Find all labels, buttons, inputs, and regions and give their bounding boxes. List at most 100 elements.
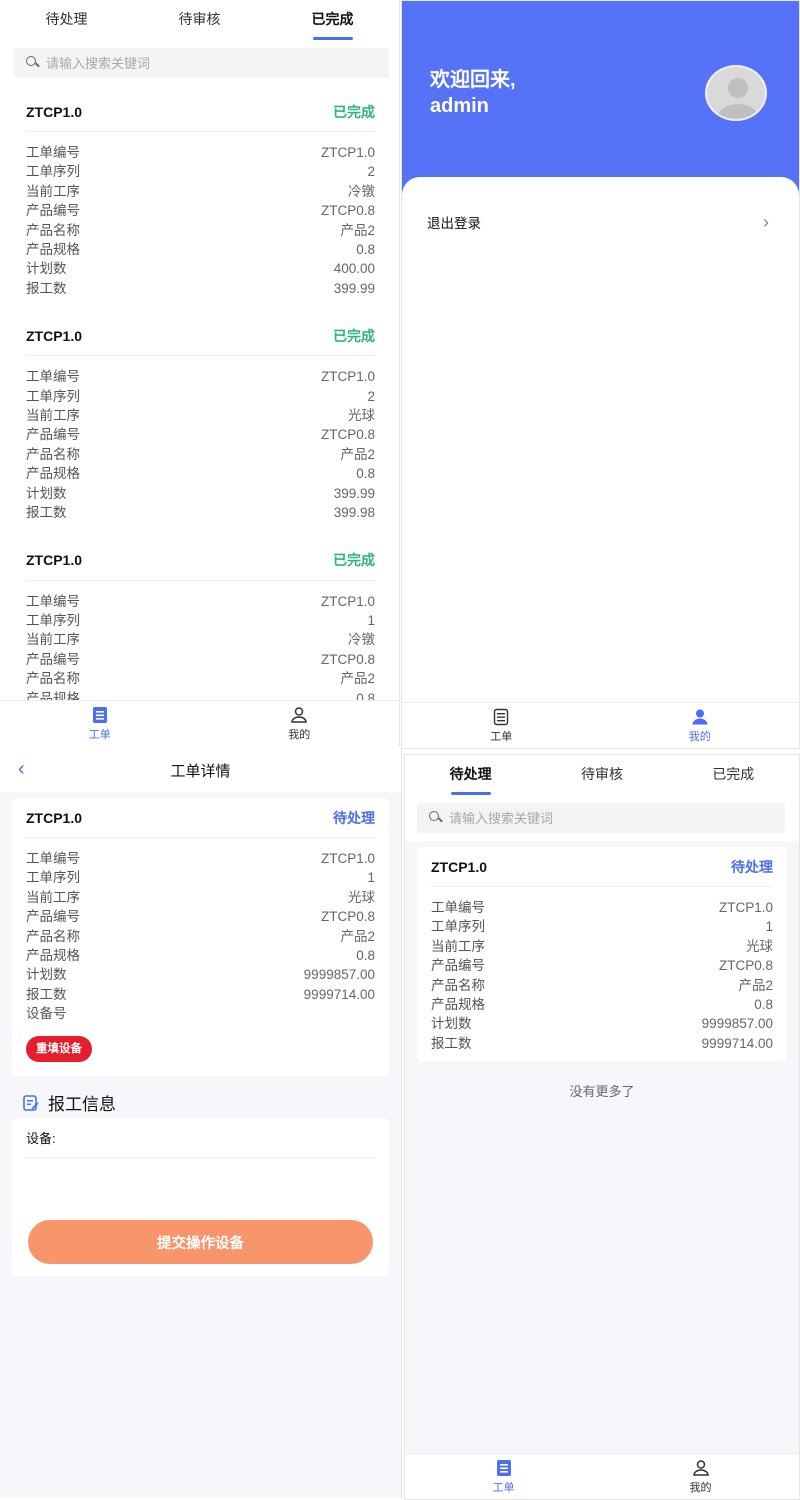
tab-label: 待审核 xyxy=(178,11,221,27)
refill-device-button[interactable]: 重填设备 xyxy=(26,1035,92,1062)
status-badge: 已完成 xyxy=(333,103,375,120)
submit-device-button[interactable]: 提交操作设备 xyxy=(28,1220,373,1264)
user-icon xyxy=(692,709,708,724)
back-arrow-icon[interactable]: ‹ xyxy=(18,758,25,781)
profile-menu: 退出登录 › xyxy=(402,177,799,702)
info-row: 工单编号 ZTCP1.0 xyxy=(26,593,375,609)
work-order-icon xyxy=(496,1459,511,1476)
detail-card-wrapper: ZTCP1.0 待处理 工单编号 ZTCP1.0 工单序列 1 当前工序 光球 产品编… xyxy=(0,798,401,1076)
info-row: 产品编号 ZTCP0.8 xyxy=(26,203,375,219)
nav-mine[interactable]: 我的 xyxy=(601,703,800,748)
info-row: 产品规格 0.8 xyxy=(26,690,375,700)
search-input[interactable] xyxy=(449,810,785,826)
logout-label: 退出登录 xyxy=(427,216,481,231)
device-field[interactable]: 设备: xyxy=(26,1128,375,1158)
info-row: 产品名称 产品2 xyxy=(26,928,375,944)
work-order-list: ZTCP1.0 已完成 工单编号 ZTCP1.0 工单序列 2 当前工序 冷镦 产品编… xyxy=(0,92,399,700)
info-row: 报工数 9999714.00 xyxy=(431,1035,773,1051)
status-tabs: 待处理 待审核 已完成 xyxy=(405,755,799,799)
info-row: 工单编号 ZTCP1.0 xyxy=(26,369,375,385)
card-title: ZTCP1.0 xyxy=(26,552,83,568)
chevron-right-icon: › xyxy=(763,211,769,232)
work-order-icon xyxy=(494,708,509,725)
profile-screen: 欢迎回来, admin 退出登录 › 工单 我的 xyxy=(401,0,800,749)
info-row: 当前工序 光球 xyxy=(26,408,375,424)
nav-work-order[interactable]: 工单 xyxy=(405,1454,602,1499)
info-row: 当前工序 光球 xyxy=(26,889,375,905)
tab-label: 待处理 xyxy=(449,766,492,782)
report-form: 设备: 提交操作设备 xyxy=(12,1118,389,1276)
info-row: 工单序列 1 xyxy=(431,919,773,935)
user-icon xyxy=(291,706,308,723)
tab-review[interactable]: 待审核 xyxy=(133,0,266,44)
info-row: 产品名称 产品2 xyxy=(431,977,773,993)
nav-label: 我的 xyxy=(688,730,711,743)
welcome-text: 欢迎回来, admin xyxy=(430,67,516,119)
info-row: 当前工序 冷镦 xyxy=(26,632,375,648)
info-row: 工单序列 2 xyxy=(26,388,375,404)
info-row: 工单序列 1 xyxy=(26,870,375,886)
welcome-line: 欢迎回来, xyxy=(430,69,516,91)
search-bar[interactable] xyxy=(417,803,785,833)
avatar[interactable] xyxy=(705,65,767,121)
page-title: 工单详情 xyxy=(170,762,231,780)
info-row: 当前工序 冷镦 xyxy=(26,183,375,199)
edit-document-icon xyxy=(23,1094,39,1111)
search-bar[interactable] xyxy=(14,48,389,78)
card-title: ZTCP1.0 xyxy=(26,327,83,344)
tab-completed[interactable]: 已完成 xyxy=(668,755,799,799)
info-row: 产品规格 0.8 xyxy=(26,466,375,482)
completed-list-screen: 待处理 待审核 已完成 ZTCP1.0 已完成 工单编号ZTCP1.0 工单序列… xyxy=(0,0,400,746)
tab-completed[interactable]: 已完成 xyxy=(266,0,399,44)
tab-pending[interactable]: 待处理 xyxy=(405,755,536,799)
tab-label: 待审核 xyxy=(580,766,623,782)
info-row: 报工数 399.98 xyxy=(26,505,375,521)
info-row: 工单序列 2 xyxy=(26,164,375,180)
search-icon xyxy=(26,56,40,70)
nav-mine[interactable]: 我的 xyxy=(602,1454,799,1499)
work-order-card[interactable]: ZTCP1.0 已完成 工单编号 ZTCP1.0 工单序列 1 当前工序 冷镦 产品编… xyxy=(12,540,389,700)
info-row: 产品规格 0.8 xyxy=(26,948,375,964)
nav-label: 工单 xyxy=(492,1481,515,1494)
username: admin xyxy=(430,95,489,117)
logout-row[interactable]: 退出登录 › xyxy=(402,177,799,267)
info-row: 产品名称 产品2 xyxy=(26,671,375,687)
info-row: 产品规格 0.8 xyxy=(26,242,375,258)
bottom-nav: 工单 我的 xyxy=(0,700,399,746)
search-input[interactable] xyxy=(46,55,389,71)
info-row: 工单编号 ZTCP1.0 xyxy=(26,145,375,160)
info-row: 设备号 xyxy=(26,1006,67,1022)
nav-work-order[interactable]: 工单 xyxy=(402,703,601,748)
card-title: ZTCP1.0 xyxy=(26,103,83,120)
tab-label: 待处理 xyxy=(45,11,88,27)
info-row: 产品规格 0.8 xyxy=(431,997,773,1013)
tab-label: 已完成 xyxy=(712,766,755,782)
info-row: 产品名称 产品2 xyxy=(26,222,375,238)
tab-review[interactable]: 待审核 xyxy=(536,755,667,799)
detail-header: ‹ 工单详情 xyxy=(0,748,401,792)
tab-pending[interactable]: 待处理 xyxy=(0,0,133,44)
nav-label: 工单 xyxy=(88,728,111,741)
info-row: 产品编号 ZTCP0.8 xyxy=(26,651,375,667)
info-row: 工单序列 1 xyxy=(26,612,375,628)
info-row: 报工数 9999714.00 xyxy=(26,986,375,1002)
info-row: 计划数 400.00 xyxy=(26,261,375,277)
work-order-card[interactable]: ZTCP1.0 待处理 工单编号 ZTCP1.0 工单序列 1 当前工序 光球 产品编… xyxy=(417,847,787,1062)
user-icon xyxy=(692,1459,709,1476)
work-order-card[interactable]: ZTCP1.0 已完成 工单编号 ZTCP1.0 工单序列 2 当前工序 光球 产品编… xyxy=(12,316,389,531)
info-row: 当前工序 光球 xyxy=(431,938,773,954)
info-row: 产品编号 ZTCP0.8 xyxy=(26,427,375,443)
work-order-card[interactable]: ZTCP1.0 已完成 工单编号 ZTCP1.0 工单序列 2 当前工序 冷镦 产品编… xyxy=(12,92,389,307)
tab-label: 已完成 xyxy=(311,11,354,27)
nav-label: 我的 xyxy=(288,728,311,741)
status-badge: 待处理 xyxy=(333,809,375,826)
info-row: 报工数 399.99 xyxy=(26,280,375,296)
nav-mine[interactable]: 我的 xyxy=(200,701,400,746)
info-row: 产品编号 ZTCP0.8 xyxy=(431,958,773,974)
detail-card: ZTCP1.0 待处理 工单编号 ZTCP1.0 工单序列 1 当前工序 光球 产品编… xyxy=(12,798,389,1076)
section-title-label: 报工信息 xyxy=(48,1095,116,1114)
nav-work-order[interactable]: 工单 xyxy=(0,701,200,746)
info-row: 工单编号 ZTCP1.0 xyxy=(26,851,375,866)
nav-label: 工单 xyxy=(490,730,513,743)
info-row: 产品编号 ZTCP0.8 xyxy=(26,909,375,925)
